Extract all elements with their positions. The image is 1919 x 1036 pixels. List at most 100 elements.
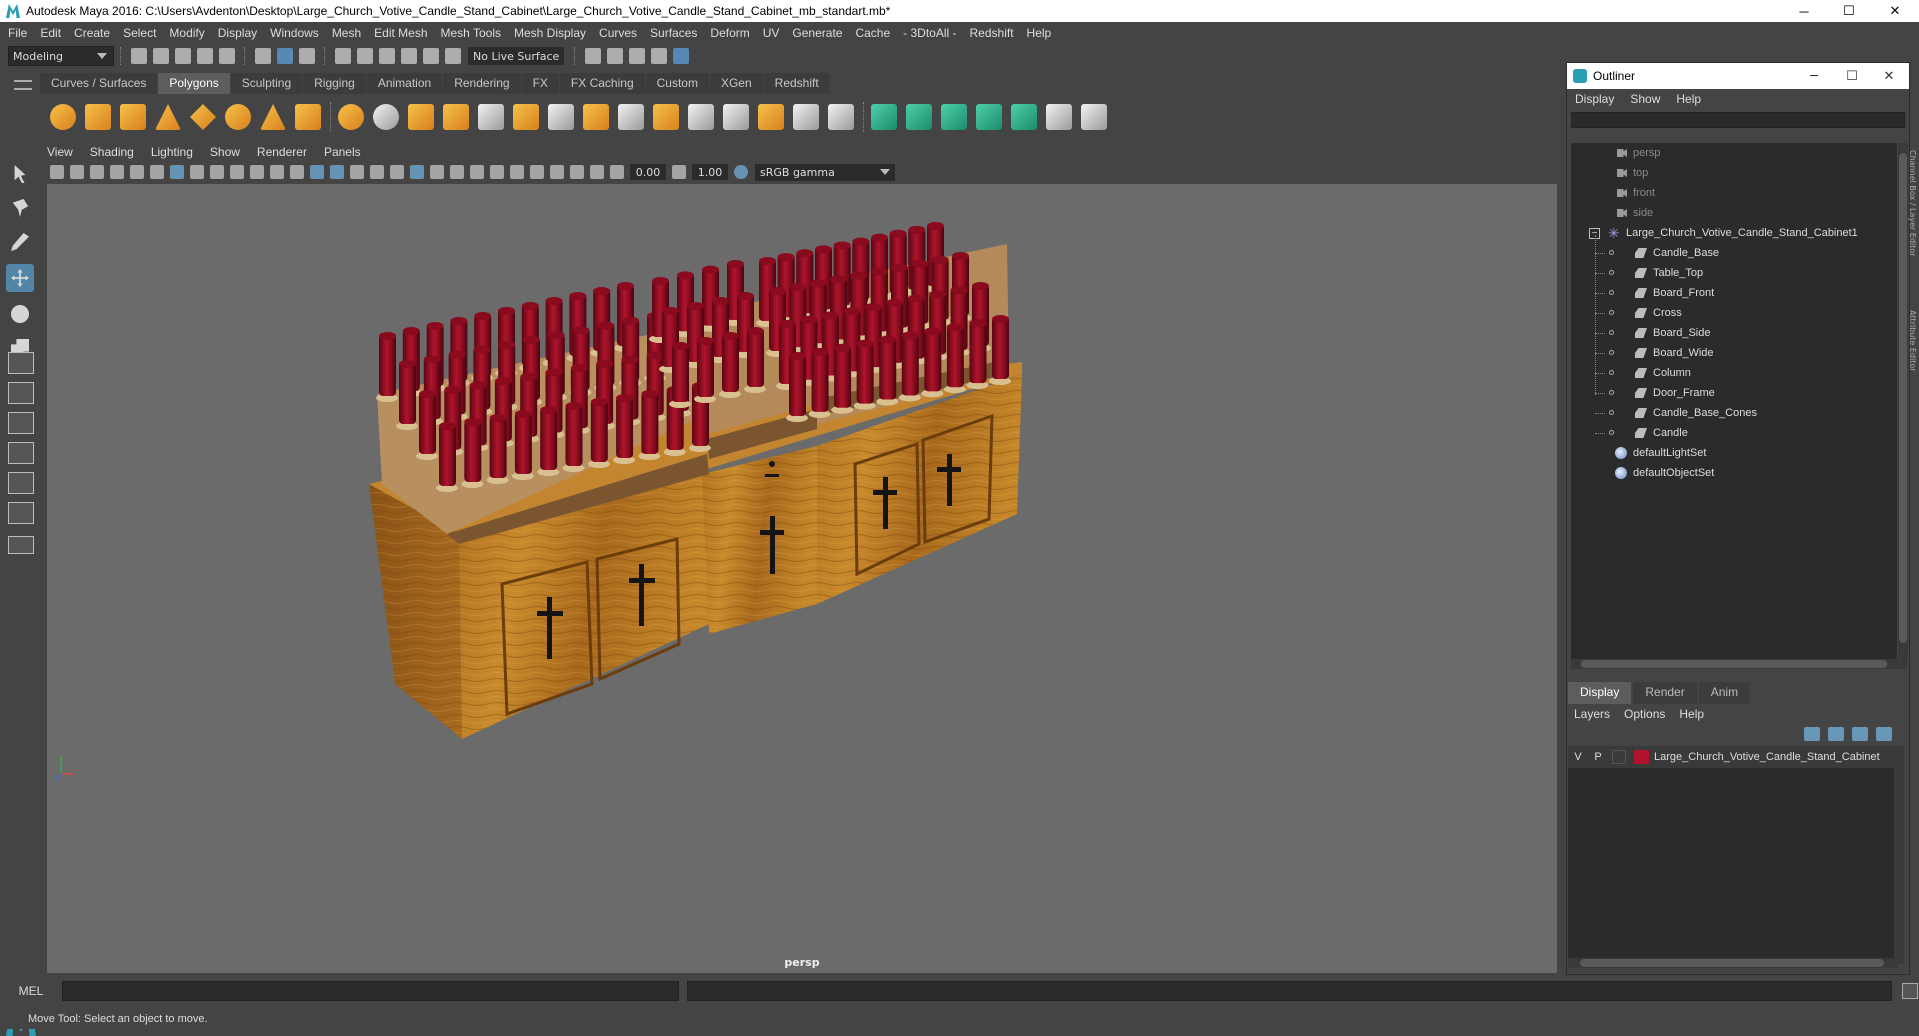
shelf-tab-redshift[interactable]: Redshift: [763, 73, 830, 94]
channel-box-layer-editor-tab[interactable]: Channel Box / Layer Editor: [1908, 150, 1917, 257]
render-settings-icon[interactable]: [651, 48, 668, 64]
menu-edit[interactable]: Edit: [40, 26, 61, 40]
gamma-icon[interactable]: [672, 165, 686, 179]
menu-create[interactable]: Create: [74, 26, 110, 40]
command-language-label[interactable]: MEL: [0, 984, 62, 998]
move-layer-down-icon[interactable]: [1828, 727, 1844, 741]
uv-editor-icon[interactable]: [1011, 104, 1037, 130]
outliner-maximize-button[interactable]: ☐: [1837, 63, 1867, 89]
select-by-object-icon[interactable]: [277, 48, 293, 64]
snap-point-icon[interactable]: [379, 48, 395, 64]
bookmark-icon[interactable]: [90, 165, 104, 179]
outliner-item-persp[interactable]: persp: [1617, 143, 1661, 163]
menu-3dtoall[interactable]: - 3DtoAll -: [903, 26, 956, 40]
smooth-icon[interactable]: [443, 104, 469, 130]
outliner-item-table-top[interactable]: Table_Top: [1635, 263, 1703, 283]
film-gate-icon[interactable]: [190, 165, 204, 179]
outliner-search-input[interactable]: [1571, 112, 1905, 128]
menu-surfaces[interactable]: Surfaces: [650, 26, 697, 40]
combine-icon[interactable]: [338, 104, 364, 130]
menu-display[interactable]: Display: [218, 26, 257, 40]
ipr-render-icon[interactable]: [629, 48, 646, 64]
wireframe-icon[interactable]: [310, 165, 324, 179]
poly-cone-icon[interactable]: [155, 104, 181, 130]
safe-title-icon[interactable]: [290, 165, 304, 179]
outliner-item-default-object-set[interactable]: defaultObjectSet: [1615, 463, 1714, 483]
outliner-menu-help[interactable]: Help: [1676, 92, 1701, 106]
merge-icon[interactable]: [828, 104, 854, 130]
redo-icon[interactable]: [219, 48, 235, 64]
menu-curves[interactable]: Curves: [599, 26, 637, 40]
menu-select[interactable]: Select: [123, 26, 156, 40]
automatic-uv-icon[interactable]: [976, 104, 1002, 130]
menu-deform[interactable]: Deform: [710, 26, 749, 40]
menu-set-select[interactable]: Modeling: [8, 46, 114, 66]
shelf-tab-polygons[interactable]: Polygons: [158, 73, 230, 94]
append-polygon-icon[interactable]: [758, 104, 784, 130]
snap-view-plane-icon[interactable]: [401, 48, 417, 64]
shelf-tab-fx[interactable]: FX: [521, 73, 559, 94]
gate-mask-icon[interactable]: [230, 165, 244, 179]
menu-generate[interactable]: Generate: [792, 26, 842, 40]
resolution-gate-icon[interactable]: [210, 165, 224, 179]
open-scene-icon[interactable]: [153, 48, 169, 64]
view-transform-select[interactable]: sRGB gamma: [755, 163, 895, 181]
paint-select-tool[interactable]: [6, 228, 34, 256]
outliner-close-button[interactable]: ✕: [1874, 63, 1904, 89]
use-all-lights-icon[interactable]: [430, 165, 444, 179]
textured-icon[interactable]: [410, 165, 424, 179]
xray-joints-icon[interactable]: [570, 165, 584, 179]
field-chart-icon[interactable]: [250, 165, 264, 179]
menu-file[interactable]: File: [8, 26, 27, 40]
menu-edit-mesh[interactable]: Edit Mesh: [374, 26, 427, 40]
sew-uv-icon[interactable]: [1081, 104, 1107, 130]
camera-attributes-icon[interactable]: [70, 165, 84, 179]
lasso-tool[interactable]: [6, 194, 34, 222]
poly-pipe-icon[interactable]: [295, 104, 321, 130]
snap-curve-icon[interactable]: [357, 48, 373, 64]
shelf-tab-custom[interactable]: Custom: [645, 73, 709, 94]
rotate-tool[interactable]: [6, 300, 34, 328]
motion-blur-icon[interactable]: [490, 165, 504, 179]
outliner-item-door-frame[interactable]: Door_Frame: [1635, 383, 1715, 403]
planar-uv-icon[interactable]: [871, 104, 897, 130]
smooth-shade-icon[interactable]: [330, 165, 344, 179]
layout-options-button[interactable]: [8, 536, 34, 554]
layer-playback-toggle[interactable]: P: [1588, 751, 1608, 763]
extract-icon[interactable]: [408, 104, 434, 130]
outliner-item-cross[interactable]: Cross: [1635, 303, 1682, 323]
shelf-tab-xgen[interactable]: XGen: [709, 73, 763, 94]
depth-of-field-icon[interactable]: [530, 165, 544, 179]
poly-sphere-icon[interactable]: [50, 104, 76, 130]
layer-row[interactable]: V P Large_Church_Votive_Candle_Stand_Cab…: [1568, 746, 1894, 768]
persp-uv-layout-button[interactable]: [8, 502, 34, 524]
2d-pan-zoom-icon[interactable]: [150, 165, 164, 179]
outliner-item-front[interactable]: front: [1617, 183, 1655, 203]
exposure-field[interactable]: 0.00: [630, 164, 666, 180]
layer-color-swatch[interactable]: [1634, 750, 1649, 764]
outliner-item-candle-base-cones[interactable]: Candle_Base_Cones: [1635, 403, 1757, 423]
script-editor-icon[interactable]: [1902, 983, 1918, 999]
offset-edge-loop-icon[interactable]: [723, 104, 749, 130]
select-by-component-icon[interactable]: [299, 48, 315, 64]
viewport-menu-show[interactable]: Show: [210, 145, 240, 159]
bridge-icon[interactable]: [618, 104, 644, 130]
shelf-tab-curves-surfaces[interactable]: Curves / Surfaces: [40, 73, 158, 94]
separate-icon[interactable]: [373, 104, 399, 130]
outliner-item-group[interactable]: − ✳ Large_Church_Votive_Candle_Stand_Cab…: [1589, 223, 1858, 243]
menu-redshift[interactable]: Redshift: [970, 26, 1014, 40]
menu-cache[interactable]: Cache: [855, 26, 890, 40]
move-tool[interactable]: [6, 264, 34, 292]
layer-horizontal-scrollbar[interactable]: [1568, 958, 1898, 968]
select-tool[interactable]: [6, 160, 34, 188]
make-live-icon[interactable]: [445, 48, 461, 64]
outliner-item-candle-base[interactable]: Candle_Base: [1635, 243, 1719, 263]
poly-cylinder-icon[interactable]: [120, 104, 146, 130]
persp-hypershade-layout-button[interactable]: [8, 472, 34, 494]
bevel-icon[interactable]: [653, 104, 679, 130]
boolean-icon[interactable]: [478, 104, 504, 130]
viewport-menu-panels[interactable]: Panels: [324, 145, 361, 159]
multi-cut-icon[interactable]: [548, 104, 574, 130]
save-scene-icon[interactable]: [175, 48, 191, 64]
viewport-menu-renderer[interactable]: Renderer: [257, 145, 307, 159]
